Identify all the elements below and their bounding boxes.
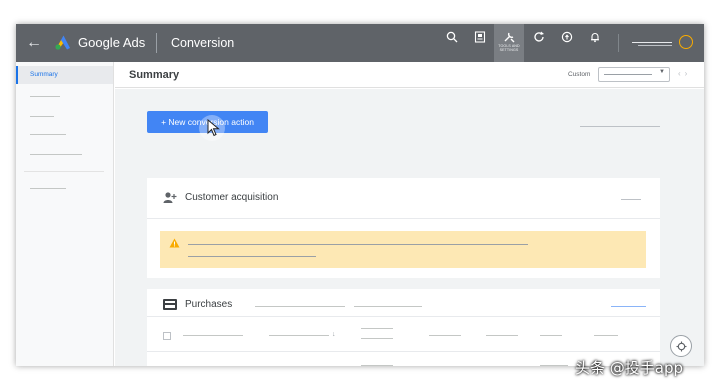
date-range-value-placeholder bbox=[604, 74, 652, 75]
card-action-placeholder[interactable] bbox=[611, 306, 646, 307]
date-nav-arrows-icon[interactable]: ‹› bbox=[678, 69, 691, 78]
warning-banner bbox=[160, 231, 646, 268]
date-range-select[interactable]: ▼ bbox=[598, 67, 670, 82]
table-cell-placeholder bbox=[361, 365, 393, 366]
chevron-down-icon: ▼ bbox=[659, 69, 665, 75]
feedback-icon bbox=[676, 341, 686, 351]
tools-and-settings-button[interactable]: TOOLS AND SETTINGS bbox=[494, 24, 524, 62]
sidebar-divider bbox=[24, 171, 104, 172]
card-title: Purchases bbox=[185, 299, 233, 310]
date-range-label: Custom bbox=[568, 71, 591, 78]
main-content: + New conversion action Customer acquisi… bbox=[115, 89, 704, 366]
page-header: Summary Custom ▼ ‹› bbox=[115, 62, 704, 88]
card-action-placeholder[interactable] bbox=[621, 199, 641, 200]
toolbar-divider bbox=[618, 34, 619, 52]
search-button[interactable] bbox=[438, 24, 466, 62]
sort-arrow-icon[interactable]: ↓ bbox=[332, 331, 336, 338]
table-header-placeholder[interactable] bbox=[361, 328, 393, 329]
table-cell-placeholder bbox=[540, 365, 568, 366]
table-header-placeholder[interactable] bbox=[269, 335, 329, 336]
reports-icon bbox=[474, 31, 486, 43]
sidebar-item-label: Summary bbox=[30, 71, 58, 78]
header-action-placeholder[interactable] bbox=[580, 126, 660, 127]
help-icon bbox=[561, 31, 573, 43]
table-header-placeholder[interactable] bbox=[183, 335, 243, 336]
warning-text-placeholder bbox=[188, 256, 316, 257]
avatar[interactable] bbox=[679, 35, 693, 49]
notifications-button[interactable] bbox=[581, 24, 609, 62]
feedback-button[interactable] bbox=[670, 335, 692, 357]
card-divider bbox=[147, 218, 660, 219]
sidebar-item-placeholder[interactable] bbox=[30, 188, 66, 189]
add-person-icon bbox=[163, 192, 177, 203]
sidebar-item-placeholder[interactable] bbox=[30, 134, 66, 135]
table-divider bbox=[147, 351, 660, 352]
credit-card-icon bbox=[163, 299, 177, 310]
notifications-icon bbox=[591, 33, 599, 43]
row-checkbox[interactable] bbox=[163, 332, 171, 340]
refresh-icon bbox=[534, 31, 544, 42]
warning-text-placeholder bbox=[188, 244, 528, 245]
top-bar: ← Google Ads Conversion TOOLS AND SETTING… bbox=[16, 24, 704, 62]
refresh-button[interactable] bbox=[525, 24, 553, 62]
sidebar: Summary bbox=[16, 62, 114, 366]
column-placeholder bbox=[354, 306, 422, 307]
table-divider bbox=[147, 316, 660, 317]
tools-caption: TOOLS AND SETTINGS bbox=[498, 44, 520, 52]
back-arrow-icon[interactable]: ← bbox=[26, 34, 42, 52]
sidebar-item-summary[interactable]: Summary bbox=[16, 66, 113, 84]
purchases-card: Purchases ↓ bbox=[147, 289, 660, 366]
reports-button[interactable] bbox=[466, 24, 494, 62]
table-header-placeholder[interactable] bbox=[594, 335, 618, 336]
table-header-placeholder[interactable] bbox=[540, 335, 562, 336]
title-separator bbox=[156, 33, 157, 53]
account-name-placeholder[interactable] bbox=[632, 42, 672, 43]
app-window: ← Google Ads Conversion TOOLS AND SETTING… bbox=[16, 24, 704, 366]
account-id-placeholder bbox=[638, 45, 672, 46]
table-header-placeholder[interactable] bbox=[486, 335, 518, 336]
mouse-pointer-icon bbox=[207, 119, 220, 137]
brand-name: Google Ads bbox=[78, 35, 146, 50]
tools-icon bbox=[504, 32, 515, 43]
table-header-placeholder[interactable] bbox=[429, 335, 461, 336]
customer-acquisition-card: Customer acquisition bbox=[147, 178, 660, 278]
table-header-placeholder bbox=[361, 338, 393, 339]
card-title: Customer acquisition bbox=[185, 192, 279, 203]
sidebar-item-placeholder[interactable] bbox=[30, 154, 82, 155]
warning-icon bbox=[169, 238, 180, 248]
google-ads-logo-icon bbox=[55, 35, 70, 50]
search-icon bbox=[446, 31, 458, 43]
summary-title: Summary bbox=[129, 69, 180, 81]
active-indicator bbox=[16, 66, 18, 84]
page-title: Conversion bbox=[171, 36, 235, 50]
help-button[interactable] bbox=[553, 24, 581, 62]
sidebar-item-placeholder[interactable] bbox=[30, 116, 54, 117]
column-placeholder bbox=[255, 306, 345, 307]
watermark: 头条 @投手app bbox=[575, 359, 684, 377]
sidebar-item-placeholder[interactable] bbox=[30, 96, 60, 97]
